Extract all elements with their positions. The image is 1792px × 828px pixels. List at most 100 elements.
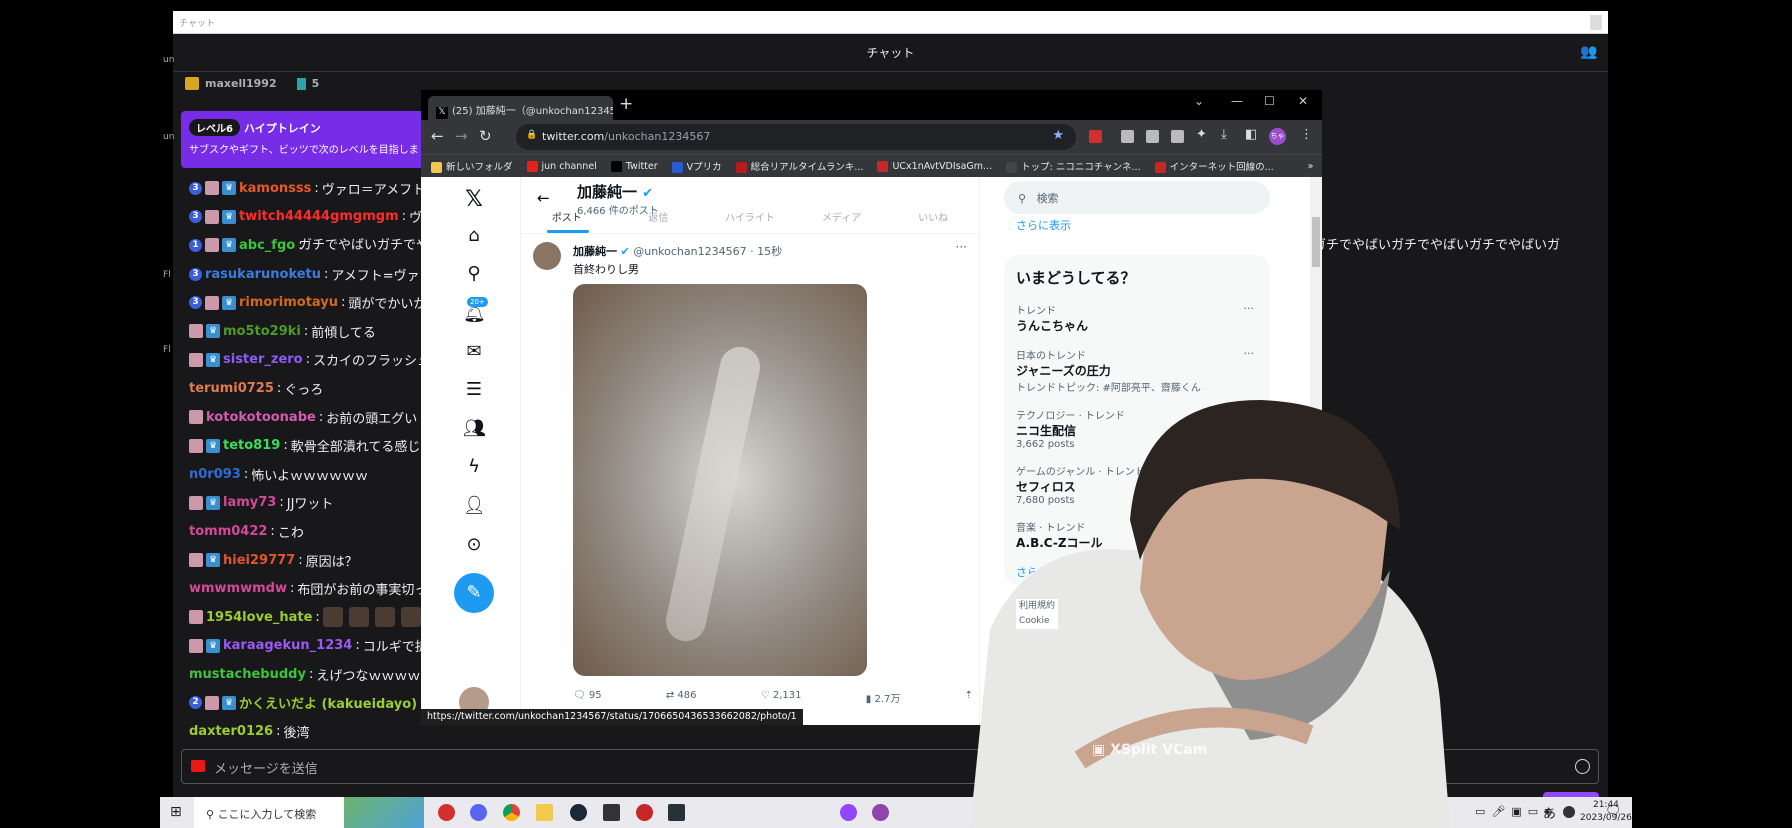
retweet-button[interactable]: ⇄ 486 xyxy=(666,690,697,705)
maximize-button[interactable]: ☐ xyxy=(1264,94,1275,108)
ncv-icon[interactable] xyxy=(603,804,620,821)
chat-username[interactable]: sister_zero xyxy=(223,352,303,367)
bookmark-item[interactable]: Twitter xyxy=(610,160,658,172)
profile-icon[interactable]: 👤︎ xyxy=(463,495,486,517)
chat-username[interactable]: かくえいだよ (kakueidayo) xyxy=(239,693,417,712)
premium-icon[interactable]: ϟ xyxy=(463,456,485,478)
like-button[interactable]: ♡ 2,131 xyxy=(761,690,802,705)
gift-user[interactable]: maxell1992 xyxy=(205,77,277,90)
bookmark-item[interactable]: Vプリカ xyxy=(671,159,722,173)
tab-media[interactable]: メディア xyxy=(796,209,888,231)
messages-icon[interactable]: ✉ xyxy=(463,341,485,363)
extension-icon[interactable] xyxy=(1089,130,1102,143)
chat-username[interactable]: twitch44444gmgmgm xyxy=(239,209,399,224)
address-bar[interactable]: twitter.com/unkochan1234567 🔒 ★ xyxy=(516,124,1076,150)
bookmark-item[interactable]: UCx1nAvtVDIsaGm... xyxy=(877,160,992,172)
tab-posts[interactable]: ポスト xyxy=(521,209,613,233)
lists-icon[interactable]: ☰ xyxy=(463,379,485,401)
scrollbar-thumb[interactable] xyxy=(1312,217,1320,267)
bookmark-item[interactable]: インターネット回線の... xyxy=(1154,159,1274,173)
search-input[interactable]: ⚲ 検索 xyxy=(1004,181,1270,214)
side-panel-icon[interactable]: ◧ xyxy=(1245,127,1257,142)
trend-item[interactable]: 日本のトレンド ジャニーズの圧力 トレンドトピック: #阿部亮平、齋藤くん ··· xyxy=(1016,347,1258,394)
chat-username[interactable]: rimorimotayu xyxy=(239,295,338,310)
community-icon[interactable]: 👥 xyxy=(1580,44,1597,60)
search-icon[interactable]: ⚲ xyxy=(463,263,485,285)
chat-username[interactable]: kotokotoonabe xyxy=(206,410,316,425)
chat-username[interactable]: hiei29777 xyxy=(223,553,295,568)
chat-username[interactable]: terumi0725 xyxy=(189,381,274,396)
back-arrow-icon[interactable]: ← xyxy=(537,189,550,207)
tab-likes[interactable]: いいね xyxy=(887,209,979,231)
app-icon[interactable] xyxy=(872,804,889,821)
views-button[interactable]: ▮ 2.7万 xyxy=(866,690,901,705)
show-more-link[interactable]: さらに表示 xyxy=(1016,217,1071,233)
extension-icon[interactable] xyxy=(1146,130,1159,143)
chrome-icon[interactable] xyxy=(503,804,520,821)
terms-link[interactable]: 利用規約 xyxy=(1019,599,1055,614)
chat-username[interactable]: wmwmwmdw xyxy=(189,581,287,596)
tweet-author[interactable]: 加藤純一 xyxy=(573,245,617,258)
home-icon[interactable]: ⌂ xyxy=(463,225,485,247)
chat-username[interactable]: n0r093 xyxy=(189,467,241,482)
reload-icon[interactable]: ↻ xyxy=(479,127,492,145)
chat-username[interactable]: mustachebuddy xyxy=(189,667,306,682)
bookmarks-overflow[interactable]: » xyxy=(1308,161,1314,172)
download-icon[interactable]: ⤓ xyxy=(1221,127,1227,142)
notifications-icon[interactable]: 🔔︎ 20+ xyxy=(463,297,488,325)
bookmark-item[interactable]: 総合リアルタイムランキ... xyxy=(735,159,863,173)
window-close-button[interactable] xyxy=(1590,15,1602,30)
puzzle-icon[interactable]: ✦ xyxy=(1196,127,1207,142)
notification-center-icon[interactable]: 🗨︎ xyxy=(1605,804,1622,819)
chat-username[interactable]: mo5to29ki xyxy=(223,324,301,339)
chat-username[interactable]: tomm0422 xyxy=(189,524,267,539)
ime-indicator[interactable]: あ xyxy=(1543,803,1556,822)
tray-app-icon[interactable] xyxy=(1563,806,1575,818)
trend-more-icon[interactable]: ··· xyxy=(1244,347,1255,360)
discord-icon[interactable] xyxy=(470,804,487,821)
cookie-link[interactable]: Cookie xyxy=(1019,614,1055,629)
post-button[interactable]: ✎ xyxy=(454,573,494,613)
chat-username[interactable]: 1954love_hate xyxy=(206,610,312,625)
twitch-icon[interactable] xyxy=(840,804,857,821)
extension-icon[interactable] xyxy=(1121,130,1134,143)
steam-icon[interactable] xyxy=(570,804,587,821)
windows-start-icon[interactable]: ⊞ xyxy=(170,804,182,820)
chat-username[interactable]: teto819 xyxy=(223,438,280,453)
menu-icon[interactable]: ⋮ xyxy=(1300,127,1313,142)
back-icon[interactable]: ← xyxy=(431,127,444,145)
extension-icon[interactable] xyxy=(1171,130,1184,143)
tweet[interactable]: 加藤純一 ✔ @unkochan1234567 · 15秒 ··· 首終わりし男… xyxy=(521,233,979,725)
new-tab-button[interactable]: + xyxy=(619,94,633,114)
chat-username[interactable]: rasukarunoketu xyxy=(205,267,321,282)
chat-username[interactable]: daxter0126 xyxy=(189,724,273,739)
close-button[interactable]: ✕ xyxy=(1298,94,1308,108)
app-icon[interactable] xyxy=(668,804,685,821)
chat-username[interactable]: kamonsss xyxy=(239,181,311,196)
taskbar-search[interactable]: ⚲ ここに入力して検索 xyxy=(194,797,424,828)
chat-username[interactable]: lamy73 xyxy=(223,495,276,510)
tweet-avatar[interactable] xyxy=(533,242,561,270)
more-icon[interactable]: ⊙ xyxy=(463,534,485,556)
tab-search-icon[interactable]: ⌄ xyxy=(1194,94,1204,108)
tab-highlights[interactable]: ハイライト xyxy=(704,209,796,231)
communities-icon[interactable]: 👥︎ xyxy=(463,418,486,440)
bookmark-star-icon[interactable]: ★ xyxy=(1052,128,1064,143)
profile-avatar[interactable]: ちゃ xyxy=(1269,128,1286,145)
bookmark-item[interactable]: 新しいフォルダ xyxy=(431,159,513,173)
minimize-button[interactable]: — xyxy=(1231,94,1243,108)
app-icon[interactable] xyxy=(438,804,455,821)
bookmark-item[interactable]: jun channel xyxy=(526,160,597,172)
app-icon[interactable] xyxy=(636,804,653,821)
trend-more-icon[interactable]: ··· xyxy=(1244,302,1255,315)
chat-username[interactable]: karaagekun_1234 xyxy=(223,638,352,653)
chat-username[interactable]: abc_fgo xyxy=(239,238,295,253)
forward-icon[interactable]: → xyxy=(455,127,468,145)
file-explorer-icon[interactable] xyxy=(536,804,553,821)
x-logo-icon[interactable]: 𝕏 xyxy=(463,187,485,212)
xray-image[interactable] xyxy=(573,284,867,676)
bookmark-item[interactable]: トップ: ニコニコチャンネ... xyxy=(1006,159,1141,173)
browser-tab[interactable]: 𝕏 (25) 加藤純一（@unkochan1234567 xyxy=(428,96,613,120)
trend-item[interactable]: トレンド うんこちゃん ··· xyxy=(1016,302,1258,334)
reply-button[interactable]: 🗨︎ 95 xyxy=(573,690,602,705)
